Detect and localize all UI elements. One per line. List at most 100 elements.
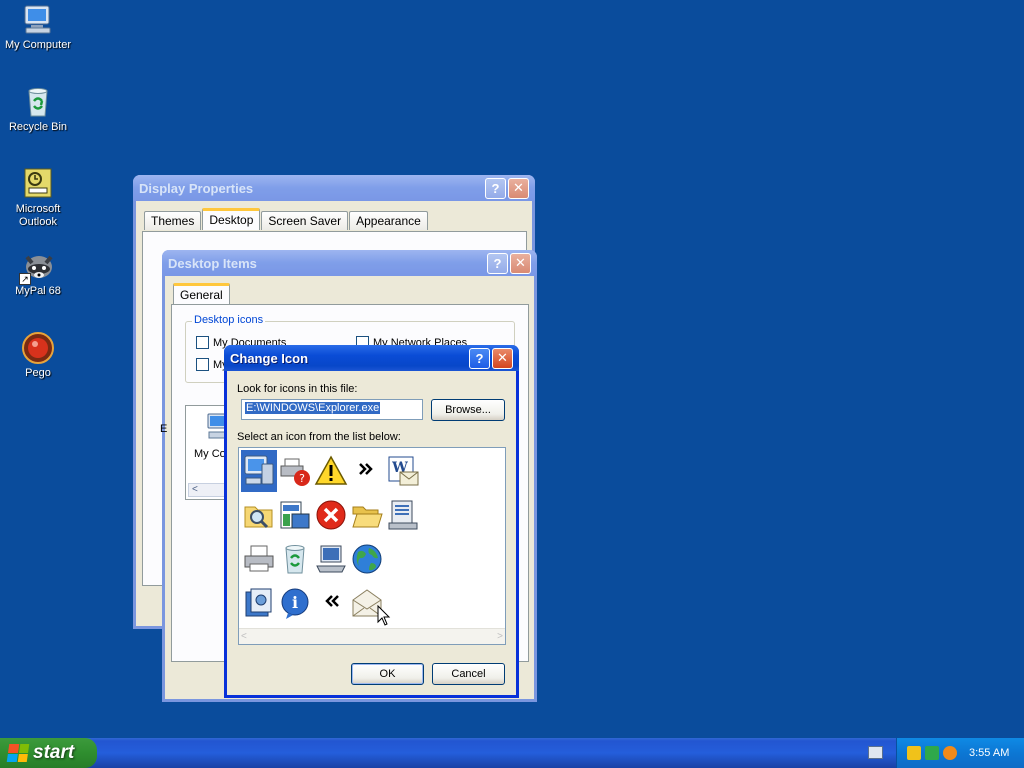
double-chevron-right-icon (359, 463, 373, 475)
partial-label: E (160, 423, 168, 435)
svg-text:i: i (292, 593, 298, 612)
tab-appearance[interactable]: Appearance (349, 211, 428, 230)
system-tray: 3:55 AM (896, 738, 1024, 768)
start-button[interactable]: start (0, 738, 97, 768)
icon-option-globe[interactable] (349, 538, 385, 580)
help-button[interactable]: ? (487, 252, 508, 274)
icon-option-printer[interactable] (241, 538, 277, 580)
error-icon (316, 500, 346, 530)
checkbox-box[interactable] (196, 358, 209, 371)
my-computer-icon (21, 3, 55, 37)
icon-list[interactable]: ? i W < > (238, 447, 506, 645)
cancel-button[interactable]: Cancel (432, 663, 505, 685)
tab-desktop[interactable]: Desktop (202, 208, 261, 230)
outlook-icon (21, 167, 55, 201)
mouse-cursor-icon (377, 605, 391, 626)
preview-label: My Co (194, 448, 226, 460)
checkbox-box[interactable] (196, 336, 209, 349)
close-button[interactable]: ✕ (508, 177, 529, 199)
icon-option-server[interactable] (385, 494, 421, 536)
help-icon: ? (491, 180, 500, 196)
search-tray-icon[interactable] (943, 746, 957, 760)
tab-general[interactable]: General (173, 283, 230, 305)
word-mail-icon: W (388, 456, 419, 486)
pego-icon (21, 331, 55, 365)
desktop-icon-recycle-bin[interactable]: Recycle Bin (0, 85, 78, 134)
computer-icon (244, 455, 274, 485)
select-icon-label: Select an icon from the list below: (237, 431, 401, 443)
shortcut-arrow-icon: ↗ (19, 273, 31, 285)
desktop-icon-my-computer[interactable]: My Computer (0, 3, 78, 52)
close-button[interactable]: ✕ (510, 252, 531, 274)
window-title: Desktop Items (168, 255, 257, 271)
recycle-bin-icon (285, 545, 305, 574)
desktop-icon-label: Microsoft Outlook (15, 203, 61, 228)
look-for-icons-label: Look for icons in this file: (237, 383, 358, 395)
close-icon: ✕ (513, 180, 524, 195)
tab-screen-saver[interactable]: Screen Saver (261, 211, 349, 230)
window-title: Display Properties (139, 180, 254, 196)
close-button[interactable]: ✕ (492, 347, 513, 369)
icon-list-scrollbar[interactable]: < > (239, 628, 505, 644)
taskbar: start 3:55 AM (0, 738, 1024, 768)
program-icon (245, 588, 272, 617)
folder-search-icon (244, 506, 273, 529)
icon-option-info[interactable]: i (277, 582, 313, 624)
help-icon: ? (493, 255, 502, 271)
globe-icon (352, 544, 382, 574)
clock[interactable]: 3:55 AM (969, 747, 1009, 759)
icon-option-double-left[interactable] (313, 582, 349, 624)
ok-button[interactable]: OK (351, 663, 424, 685)
server-icon (388, 500, 418, 530)
laptop-icon (316, 545, 346, 573)
keyboard-icon[interactable] (868, 746, 883, 759)
windows-flag-icon (6, 744, 30, 762)
desktop-icon-mypal[interactable]: ↗ MyPal 68 (0, 249, 78, 298)
network-icon[interactable] (925, 746, 939, 760)
browse-button[interactable]: Browse... (431, 399, 505, 421)
icon-option-laptop[interactable] (313, 538, 349, 580)
change-icon-titlebar[interactable]: Change Icon ? ✕ (224, 345, 519, 371)
scroll-right-icon[interactable]: > (497, 631, 503, 642)
desktop-icon-label: MyPal 68 (15, 285, 61, 297)
icon-option-control-panel[interactable] (277, 494, 313, 536)
desktop-items-titlebar[interactable]: Desktop Items ? ✕ (162, 250, 537, 276)
recycle-bin-icon (21, 85, 55, 119)
close-icon: ✕ (497, 350, 508, 365)
icon-option-error[interactable] (313, 494, 349, 536)
window-title: Change Icon (230, 350, 309, 366)
tab-themes[interactable]: Themes (144, 211, 202, 230)
info-icon: i (281, 588, 309, 619)
icon-option-double-right[interactable] (349, 450, 385, 492)
security-shield-icon[interactable] (907, 746, 921, 760)
icon-option-open-folder[interactable] (349, 494, 385, 536)
icon-option-gear-doc[interactable] (241, 582, 277, 624)
desktop-icon-label: Pego (25, 367, 51, 379)
scroll-left-icon[interactable]: < (241, 631, 247, 642)
icon-option-folder-search[interactable] (241, 494, 277, 536)
svg-text:?: ? (299, 472, 305, 485)
group-label: Desktop icons (192, 314, 266, 326)
desktop-icon-outlook[interactable]: Microsoft Outlook (0, 167, 78, 229)
second-checkbox[interactable]: My (196, 358, 228, 371)
file-path-input[interactable]: E:\WINDOWS\Explorer.exe (241, 399, 423, 420)
open-folder-icon (352, 506, 383, 528)
double-chevron-left-icon (325, 595, 339, 607)
start-label: start (33, 742, 75, 763)
icon-option-recycle-bin[interactable] (277, 538, 313, 580)
printer-icon (244, 545, 274, 572)
desktop-icon-label: My Computer (4, 39, 72, 51)
printer-help-icon: ? (280, 458, 310, 486)
icon-option-computer[interactable] (241, 450, 277, 492)
icon-option-printer-help[interactable]: ? (277, 450, 313, 492)
close-icon: ✕ (515, 255, 526, 270)
help-button[interactable]: ? (469, 347, 490, 369)
icon-option-word-mail[interactable]: W (385, 450, 421, 492)
display-properties-titlebar[interactable]: Display Properties ? ✕ (133, 175, 535, 201)
desktop-icon-pego[interactable]: Pego (0, 331, 78, 380)
warning-icon (314, 455, 348, 485)
icon-option-warning[interactable] (313, 450, 349, 492)
tab-strip: General (173, 283, 231, 305)
control-panel-icon (280, 501, 310, 529)
help-button[interactable]: ? (485, 177, 506, 199)
